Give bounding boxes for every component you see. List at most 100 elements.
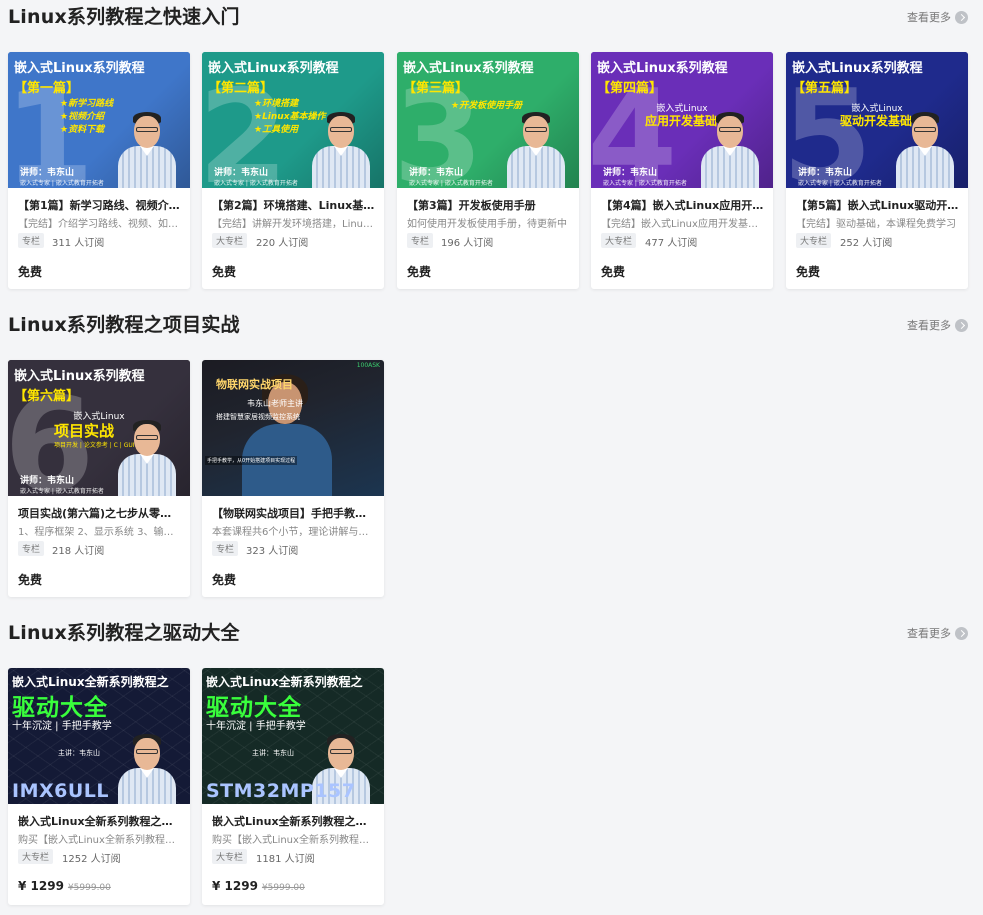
course-description: 如何使用开发板使用手册，待更新中 [407, 219, 567, 230]
view-more-link[interactable]: 查看更多 [907, 9, 968, 25]
teacher-photo [896, 112, 954, 188]
cover-board-name: IMX6ULL [12, 780, 109, 802]
course-title[interactable]: 【第4篇】嵌入式Linux应用开发基础 [601, 197, 765, 213]
cover-teacher: 主讲：韦东山 [252, 749, 294, 757]
cover-bullet: ★资料下载 [60, 125, 105, 135]
course-card[interactable]: 4 嵌入式Linux系列教程 【第四篇】 嵌入式Linux 应用开发基础 讲师：韦东山 嵌入… [591, 52, 773, 289]
teacher-glasses [136, 127, 158, 132]
course-card[interactable]: 3 嵌入式Linux系列教程 【第三篇】 ★开发板使用手册 讲师：韦东山 嵌入式专家 | … [397, 52, 579, 289]
course-title[interactable]: 项目实战(第六篇)之七步从零开始 [18, 505, 182, 521]
cover-bullet: ★视频介绍 [60, 112, 105, 122]
presenter-photo [232, 374, 332, 496]
cover-teacher-title: 嵌入式专家 | 嵌入式教育开拓者 [20, 488, 104, 495]
course-cover-image[interactable]: 5 嵌入式Linux系列教程 【第五篇】 嵌入式Linux 驱动开发基础 讲师：韦东山 嵌入… [786, 52, 968, 188]
course-description: 【完结】驱动基础，本课程免费学习 [796, 219, 956, 230]
teacher-glasses [136, 435, 158, 440]
cover-teacher: 主讲：韦东山 [58, 749, 100, 757]
cover-teacher-title: 嵌入式专家 | 嵌入式教育开拓者 [20, 180, 104, 187]
section-header: Linux系列教程之驱动大全 查看更多 [0, 620, 983, 650]
course-card[interactable]: 6 嵌入式Linux系列教程 【第六篇】 嵌入式Linux 项目实战 项目开发 | 论文参… [8, 360, 190, 597]
course-card[interactable]: 5 嵌入式Linux系列教程 【第五篇】 嵌入式Linux 驱动开发基础 讲师：韦东山 嵌入… [786, 52, 968, 289]
teacher-head [912, 116, 938, 148]
course-card[interactable]: 2 嵌入式Linux系列教程 【第二篇】 ★环境搭建 ★Linux基本操作 ★工具使用 讲师… [202, 52, 384, 289]
price-value: 免费 [18, 265, 43, 279]
course-card[interactable]: 嵌入式Linux全新系列教程之 驱动大全 十年沉淀 | 手把手教学 主讲：韦东山 STM… [202, 668, 384, 905]
teacher-head [134, 738, 160, 770]
cover-tagline: 十年沉淀 | 手把手教学 [206, 721, 306, 732]
section-header: Linux系列教程之快速入门 查看更多 [0, 4, 983, 34]
course-cover-image[interactable]: 4 嵌入式Linux系列教程 【第四篇】 嵌入式Linux 应用开发基础 讲师：韦东山 嵌入… [591, 52, 773, 188]
course-type-badge: 大专栏 [601, 233, 637, 248]
view-more-label: 查看更多 [907, 11, 951, 24]
course-cover-image[interactable]: 2 嵌入式Linux系列教程 【第二篇】 ★环境搭建 ★Linux基本操作 ★工具使用 讲师… [202, 52, 384, 188]
subscriber-count: 252 人订阅 [840, 238, 893, 249]
course-cover-image[interactable]: 嵌入式Linux全新系列教程之 驱动大全 十年沉淀 | 手把手教学 主讲：韦东山 STM… [202, 668, 384, 804]
price-value: 免费 [796, 265, 821, 279]
teacher-head [134, 424, 160, 456]
teacher-photo [118, 112, 176, 188]
course-title[interactable]: 嵌入式Linux全新系列教程之驱动大全 [18, 813, 182, 829]
course-cover-image[interactable]: 嵌入式Linux全新系列教程之 驱动大全 十年沉淀 | 手把手教学 主讲：韦东山 IMX… [8, 668, 190, 804]
view-more-label: 查看更多 [907, 319, 951, 332]
course-title[interactable]: 【第5篇】嵌入式Linux驱动开发基础 [796, 197, 960, 213]
teacher-photo [701, 112, 759, 188]
course-price: ¥ 1299 ¥5999.00 [212, 879, 305, 893]
cover-part-label: 【第二篇】 [208, 81, 274, 96]
view-more-link[interactable]: 查看更多 [907, 317, 968, 333]
subscriber-count: 477 人订阅 [645, 238, 698, 249]
chevron-right-icon [955, 626, 968, 640]
view-more-link[interactable]: 查看更多 [907, 625, 968, 641]
course-type-badge: 专栏 [407, 233, 434, 248]
cover-teacher: 讲师：韦东山 [214, 168, 269, 178]
course-card[interactable]: 100ASK 物联网实战项目 韦东山老师主讲 搭建智慧家居视频监控系统 手把手教学，从0… [202, 360, 384, 597]
price-value: 免费 [212, 265, 237, 279]
course-cover-image[interactable]: 100ASK 物联网实战项目 韦东山老师主讲 搭建智慧家居视频监控系统 手把手教学，从0… [202, 360, 384, 496]
course-title[interactable]: 【物联网实战项目】手把手教你搭建 [212, 505, 376, 521]
cover-line: 搭建智慧家居视频监控系统 [216, 413, 300, 421]
cover-teacher: 讲师：韦东山 [603, 168, 658, 178]
section-header: Linux系列教程之项目实战 查看更多 [0, 312, 983, 342]
price-value: ¥ 1299 [212, 879, 258, 893]
teacher-glasses [914, 127, 936, 132]
chevron-right-icon [955, 10, 968, 24]
course-cover-image[interactable]: 6 嵌入式Linux系列教程 【第六篇】 嵌入式Linux 项目实战 项目开发 | 论文参… [8, 360, 190, 496]
teacher-photo [118, 734, 176, 804]
course-cover-image[interactable]: 1 嵌入式Linux系列教程 【第一篇】 ★新学习路线 ★视频介绍 ★资料下载 讲师：韦东山… [8, 52, 190, 188]
course-description: 【完结】嵌入式Linux应用开发基础知识 [601, 219, 765, 230]
course-card[interactable]: 1 嵌入式Linux系列教程 【第一篇】 ★新学习路线 ★视频介绍 ★资料下载 讲师：韦东山… [8, 52, 190, 289]
cover-title: 嵌入式Linux系列教程 [14, 369, 145, 384]
course-description: 【完结】介绍学习路线、视频、如何下载资料等 [18, 219, 182, 230]
price-value: 免费 [601, 265, 626, 279]
subscriber-count: 1252 人订阅 [62, 854, 121, 865]
course-description: 1、程序框架 2、显示系统 3、输入系统 [18, 527, 182, 538]
course-card[interactable]: 嵌入式Linux全新系列教程之 驱动大全 十年沉淀 | 手把手教学 主讲：韦东山 IMX… [8, 668, 190, 905]
course-price: 免费 [212, 263, 236, 280]
course-title[interactable]: 【第2篇】环境搭建、Linux基本操作、工具使用 [212, 197, 376, 213]
price-value: 免费 [18, 573, 43, 587]
original-price: ¥5999.00 [261, 883, 305, 893]
course-type-badge: 专栏 [18, 233, 45, 248]
course-type-badge: 专栏 [212, 541, 239, 556]
course-type-badge: 大专栏 [212, 849, 248, 864]
cover-teacher: 讲师：韦东山 [20, 476, 75, 486]
course-title[interactable]: 【第1篇】新学习路线、视频介绍、资料下载 [18, 197, 182, 213]
course-title[interactable]: 嵌入式Linux全新系列教程之驱动大全 [212, 813, 376, 829]
cover-bullet: ★环境搭建 [254, 99, 299, 109]
course-type-badge: 专栏 [18, 541, 45, 556]
chevron-right-icon [955, 318, 968, 332]
course-type-badge: 大专栏 [212, 233, 248, 248]
section-title: Linux系列教程之项目实战 [8, 314, 240, 336]
subscriber-count: 323 人订阅 [246, 546, 299, 557]
course-section: Linux系列教程之项目实战 查看更多 6 嵌入式Linux系列教程 【第六篇】 嵌入式L… [0, 312, 983, 597]
cover-teacher-title: 嵌入式专家 | 嵌入式教育开拓者 [409, 180, 493, 187]
cover-part-label: 【第五篇】 [792, 81, 858, 96]
cover-part-label: 【第四篇】 [597, 81, 663, 96]
subscriber-count: 220 人订阅 [256, 238, 309, 249]
course-description: 本套课程共6个小节，理论讲解与动手实践 [212, 527, 376, 538]
cover-bullet: ★新学习路线 [60, 99, 114, 109]
course-title[interactable]: 【第3篇】开发板使用手册 [407, 197, 571, 213]
subscriber-count: 196 人订阅 [441, 238, 494, 249]
course-cover-image[interactable]: 3 嵌入式Linux系列教程 【第三篇】 ★开发板使用手册 讲师：韦东山 嵌入式专家 | … [397, 52, 579, 188]
cover-title: 物联网实战项目 [216, 378, 293, 391]
course-price: 免费 [18, 263, 42, 280]
